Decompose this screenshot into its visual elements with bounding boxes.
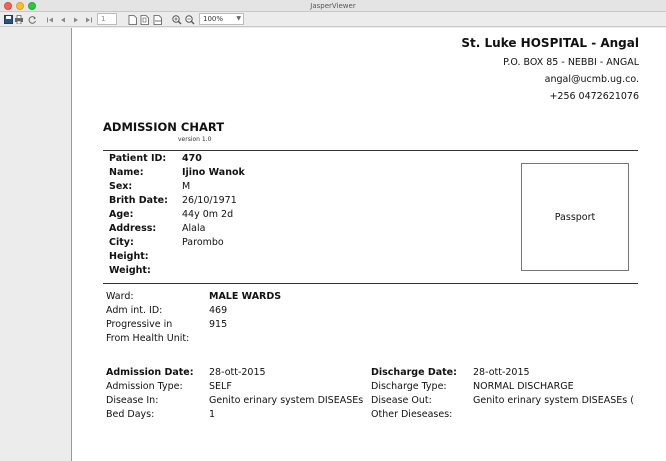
actual-size-button[interactable]	[127, 14, 137, 25]
save-icon	[3, 15, 13, 24]
discharge-date-value: 28-ott-2015	[473, 367, 530, 378]
fit-width-icon	[153, 14, 162, 25]
divider-middle	[103, 283, 638, 284]
patient-id-label: Patient ID:	[109, 153, 167, 164]
patient-city-label: City:	[109, 237, 134, 248]
patient-weight-label: Weight:	[109, 265, 151, 276]
previous-page-button[interactable]	[58, 14, 68, 25]
admission-date-value: 28-ott-2015	[209, 367, 266, 378]
window-titlebar: JasperViewer	[0, 0, 666, 12]
reload-button[interactable]	[27, 14, 37, 25]
chevron-down-icon: ▼	[236, 15, 241, 22]
patient-name-label: Name:	[109, 167, 144, 178]
adm-int-id-label: Adm int. ID:	[106, 305, 163, 316]
fit-page-button[interactable]	[140, 14, 150, 25]
print-button[interactable]	[14, 14, 24, 25]
discharge-type-value: NORMAL DISCHARGE	[473, 381, 574, 392]
progressive-value: 915	[209, 319, 228, 330]
discharge-date-label: Discharge Date:	[371, 367, 457, 378]
patient-birth-value: 26/10/1971	[182, 195, 237, 206]
hospital-phone: +256 0472621076	[549, 91, 639, 102]
previous-page-icon	[61, 17, 65, 22]
bed-days-label: Bed Days:	[106, 409, 155, 420]
viewer-toolbar: 1 100% ▼	[0, 12, 666, 27]
bed-days-value: 1	[209, 409, 216, 420]
save-button[interactable]	[3, 14, 13, 25]
zoom-select[interactable]: 100% ▼	[199, 13, 244, 25]
ward-value: MALE WARDS	[209, 291, 282, 302]
actual-size-icon	[128, 14, 137, 25]
patient-address-label: Address:	[109, 223, 157, 234]
patient-height-label: Height:	[109, 251, 149, 262]
next-page-button[interactable]	[71, 14, 81, 25]
report-viewer[interactable]: St. Luke HOSPITAL - Angal P.O. BOX 85 - …	[0, 28, 666, 461]
window-title: JasperViewer	[310, 2, 356, 10]
divider-top	[103, 150, 638, 151]
disease-out-label: Disease Out:	[371, 395, 432, 406]
next-page-icon	[74, 17, 78, 22]
hospital-name: St. Luke HOSPITAL - Angal	[461, 36, 639, 50]
disease-in-label: Disease In:	[106, 395, 159, 406]
patient-name-value: Ijino Wanok	[182, 167, 245, 178]
patient-address-value: Alala	[182, 223, 206, 234]
hospital-address: P.O. BOX 85 - NEBBI - ANGAL	[503, 57, 639, 68]
adm-int-id-value: 469	[209, 305, 228, 316]
hospital-email: angal@ucmb.ug.co.	[544, 74, 639, 85]
zoom-out-button[interactable]	[184, 14, 195, 25]
document-title: ADMISSION CHART	[103, 120, 225, 134]
last-page-icon	[86, 17, 92, 22]
patient-sex-label: Sex:	[109, 181, 133, 192]
admission-type-value: SELF	[209, 381, 232, 392]
reload-icon	[28, 16, 36, 24]
zoom-out-icon	[184, 14, 194, 24]
print-icon	[15, 15, 23, 24]
last-page-button[interactable]	[84, 14, 94, 25]
patient-age-label: Age:	[109, 209, 134, 220]
from-health-unit-label: From Health Unit:	[106, 333, 190, 344]
patient-id-value: 470	[182, 153, 202, 164]
patient-birth-label: Brith Date:	[109, 195, 168, 206]
zoom-in-icon	[171, 14, 181, 24]
patient-sex-value: M	[182, 181, 191, 192]
report-page: St. Luke HOSPITAL - Angal P.O. BOX 85 - …	[71, 28, 666, 461]
passport-photo-box: Passport	[521, 163, 629, 271]
fit-page-icon	[140, 14, 149, 25]
progressive-label: Progressive in	[106, 319, 173, 330]
zoom-in-button[interactable]	[171, 14, 182, 25]
ward-label: Ward:	[106, 291, 134, 302]
document-version: version 1.0	[178, 136, 212, 143]
admission-type-label: Admission Type:	[106, 381, 183, 392]
patient-age-value: 44y 0m 2d	[182, 209, 234, 220]
admission-date-label: Admission Date:	[106, 367, 194, 378]
zoom-value: 100%	[203, 15, 224, 23]
other-diseases-label: Other Dieseases:	[371, 409, 453, 420]
passport-label: Passport	[554, 211, 596, 223]
fit-width-button[interactable]	[153, 14, 163, 25]
first-page-icon	[47, 17, 53, 22]
first-page-button[interactable]	[45, 14, 55, 25]
disease-out-value: Genito erinary system DISEASEs (	[473, 395, 634, 406]
disease-in-value: Genito erinary system DISEASEs	[209, 395, 364, 406]
page-number-input[interactable]: 1	[97, 13, 117, 25]
discharge-type-label: Discharge Type:	[371, 381, 447, 392]
patient-city-value: Parombo	[182, 237, 224, 248]
